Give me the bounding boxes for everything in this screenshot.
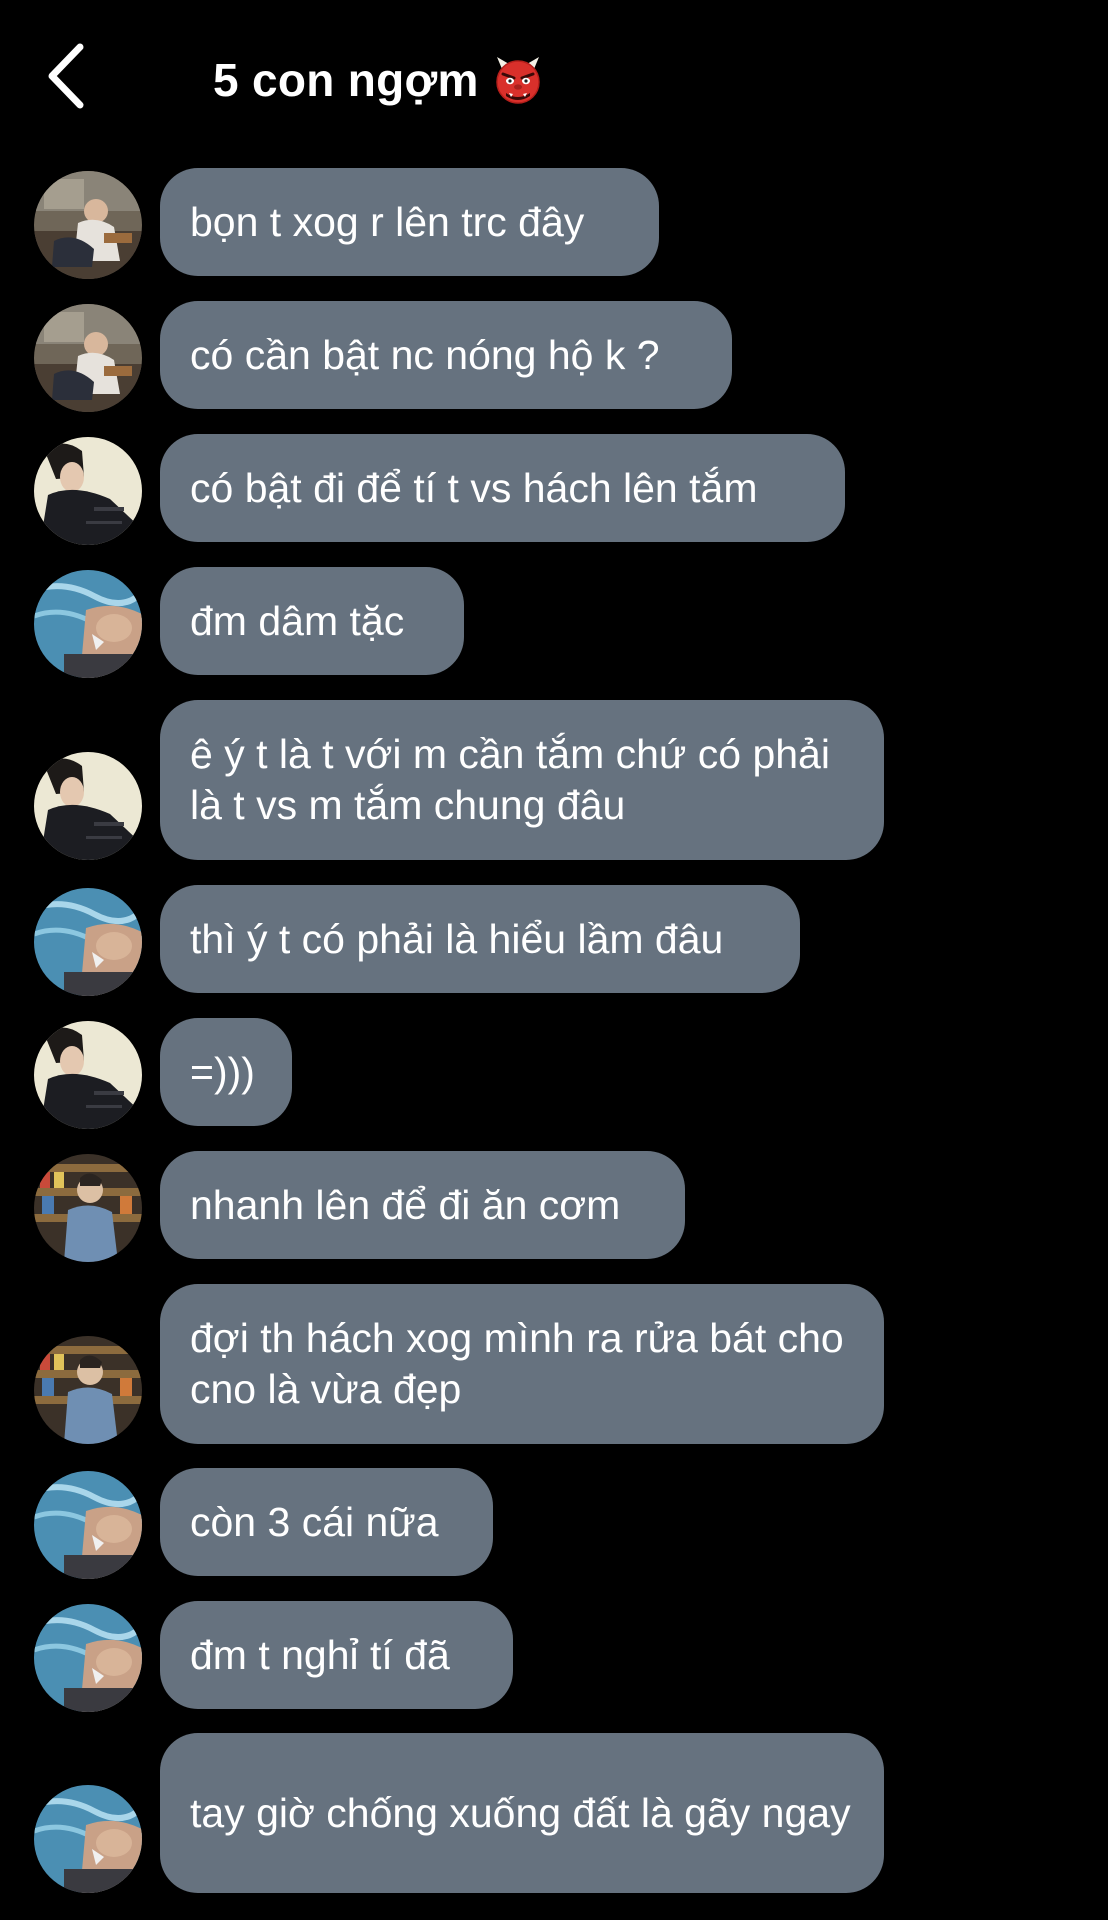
- message-bubble[interactable]: có bật đi để tí t vs hách lên tắm: [160, 434, 845, 542]
- avatar[interactable]: [34, 1336, 142, 1444]
- message-row: bọn t xog r lên trc đây: [0, 168, 1108, 279]
- message-bubble[interactable]: đợi th hách xog mình ra rửa bát cho cno …: [160, 1284, 884, 1444]
- message-bubble[interactable]: bọn t xog r lên trc đây: [160, 168, 659, 276]
- message-bubble[interactable]: có cần bật nc nóng hộ k ?: [160, 301, 732, 409]
- avatar[interactable]: [34, 1604, 142, 1712]
- avatar-pool-photo: [34, 888, 142, 996]
- avatar-pool-photo: [34, 570, 142, 678]
- message-row: =))): [0, 1018, 1108, 1129]
- message-bubble[interactable]: đm t nghỉ tí đã: [160, 1601, 513, 1709]
- message-row: đm t nghỉ tí đã: [0, 1601, 1108, 1712]
- avatar-jacket-photo: [34, 437, 142, 545]
- avatar[interactable]: [34, 752, 142, 860]
- avatar-pool-photo: [34, 1785, 142, 1893]
- avatar[interactable]: [34, 1471, 142, 1579]
- avatar-room-photo: [34, 171, 142, 279]
- message-row: ê ý t là t với m cần tắm chứ có phải là …: [0, 700, 1108, 860]
- message-bubble[interactable]: nhanh lên để đi ăn cơm: [160, 1151, 685, 1259]
- message-bubble[interactable]: =))): [160, 1018, 292, 1126]
- avatar-store-photo: [34, 1154, 142, 1262]
- avatar[interactable]: [34, 437, 142, 545]
- message-row: thì ý t có phải là hiểu lầm đâu: [0, 885, 1108, 996]
- avatar[interactable]: [34, 570, 142, 678]
- avatar[interactable]: [34, 171, 142, 279]
- message-bubble[interactable]: ê ý t là t với m cần tắm chứ có phải là …: [160, 700, 884, 860]
- message-bubble[interactable]: đm dâm tặc: [160, 567, 464, 675]
- message-bubble[interactable]: còn 3 cái nữa: [160, 1468, 493, 1576]
- avatar[interactable]: [34, 888, 142, 996]
- avatar[interactable]: [34, 1021, 142, 1129]
- message-row: đm dâm tặc: [0, 567, 1108, 678]
- chat-screen: 5 con ngợm bọn t xog r lên trc đây có cầ…: [0, 0, 1108, 1920]
- avatar[interactable]: [34, 1154, 142, 1262]
- avatar-pool-photo: [34, 1604, 142, 1712]
- message-row: có cần bật nc nóng hộ k ?: [0, 301, 1108, 412]
- message-row: còn 3 cái nữa: [0, 1468, 1108, 1579]
- message-row: tay giờ chống xuống đất là gãy ngay: [0, 1733, 1108, 1893]
- avatar-jacket-photo: [34, 752, 142, 860]
- avatar-pool-photo: [34, 1471, 142, 1579]
- avatar-jacket-photo: [34, 1021, 142, 1129]
- message-bubble[interactable]: tay giờ chống xuống đất là gãy ngay: [160, 1733, 884, 1893]
- message-row: nhanh lên để đi ăn cơm: [0, 1151, 1108, 1262]
- avatar[interactable]: [34, 1785, 142, 1893]
- avatar[interactable]: [34, 304, 142, 412]
- message-bubble[interactable]: thì ý t có phải là hiểu lầm đâu: [160, 885, 800, 993]
- avatar-store-photo: [34, 1336, 142, 1444]
- message-list: bọn t xog r lên trc đây có cần bật nc nó…: [0, 0, 1108, 1920]
- message-row: đợi th hách xog mình ra rửa bát cho cno …: [0, 1284, 1108, 1444]
- avatar-room-photo: [34, 304, 142, 412]
- message-row: có bật đi để tí t vs hách lên tắm: [0, 434, 1108, 545]
